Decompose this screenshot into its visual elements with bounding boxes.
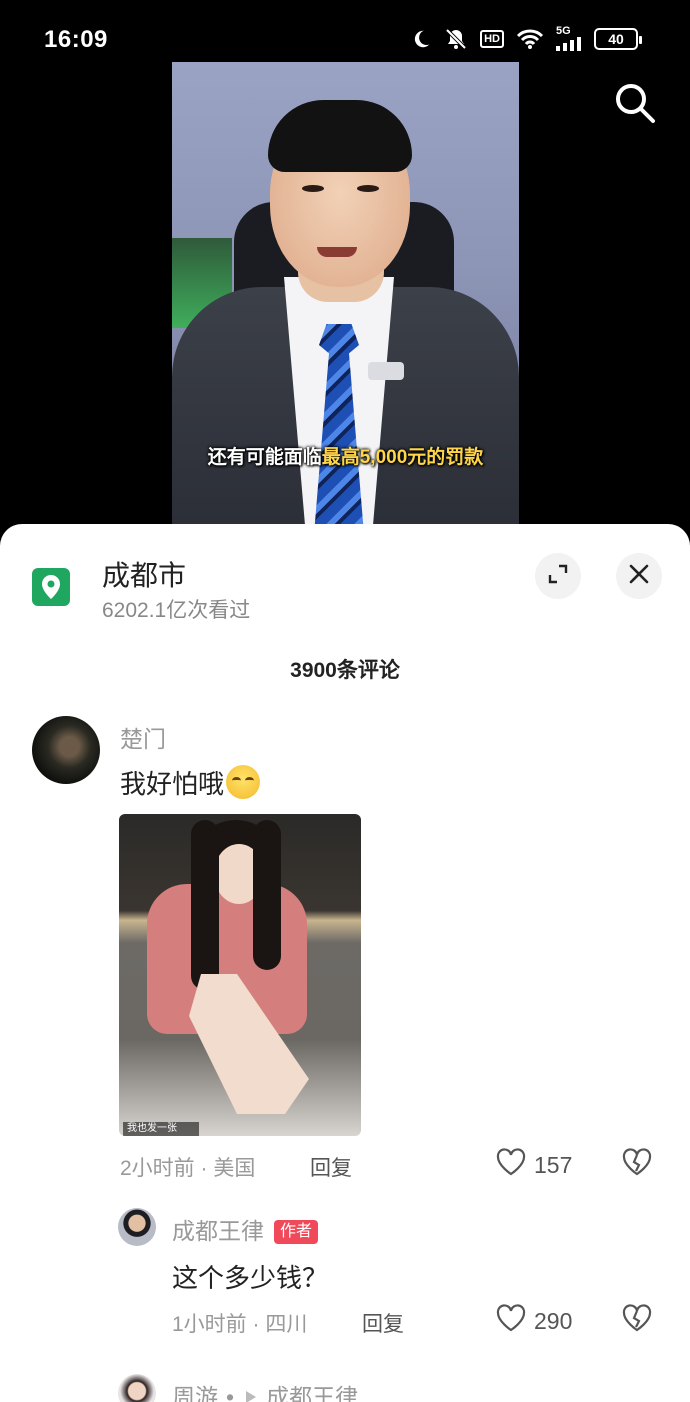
video-frame[interactable]: 还有可能面临最高5,000元的罚款 bbox=[172, 62, 519, 532]
image-caption: 我也发一张 bbox=[123, 1122, 199, 1136]
search-button[interactable] bbox=[612, 82, 658, 128]
moon-icon bbox=[410, 28, 432, 50]
subtitle-post: 款 bbox=[464, 447, 484, 468]
status-icons: HD 5G 40 bbox=[410, 26, 642, 51]
heart-icon bbox=[496, 1148, 526, 1182]
reply-username[interactable]: 成都王律 作者 bbox=[172, 1212, 319, 1246]
author-badge: 作者 bbox=[274, 1220, 319, 1244]
network-label: 5G bbox=[556, 25, 571, 37]
broken-heart-icon bbox=[622, 1148, 652, 1180]
comment-text: 我好怕哦 bbox=[120, 764, 261, 801]
comment-image[interactable]: 我也发一张 bbox=[119, 814, 361, 1136]
reply-meta: 1小时前 · 四川 bbox=[172, 1313, 308, 1336]
reply-button[interactable]: 回复 bbox=[362, 1308, 404, 1338]
reply-target-username[interactable]: 成都王律 bbox=[266, 1384, 358, 1402]
video-player[interactable]: 还有可能面临最高5,000元的罚款 bbox=[0, 62, 690, 532]
video-mic bbox=[368, 362, 404, 380]
reply-username-text[interactable]: 周游 bbox=[172, 1384, 218, 1402]
close-icon bbox=[628, 563, 650, 590]
broken-heart-icon bbox=[622, 1304, 652, 1336]
reply-button[interactable]: 回复 bbox=[310, 1152, 352, 1182]
reply-text: 这个多少钱？ bbox=[172, 1263, 329, 1293]
search-icon bbox=[613, 81, 657, 130]
bell-off-icon bbox=[444, 27, 468, 51]
like-button[interactable]: 290 bbox=[496, 1304, 572, 1338]
video-hair bbox=[268, 100, 412, 172]
dislike-button[interactable] bbox=[622, 1304, 652, 1337]
like-count: 290 bbox=[534, 1307, 573, 1334]
hd-badge: HD bbox=[480, 29, 504, 48]
wifi-icon bbox=[516, 28, 544, 50]
avatar[interactable] bbox=[32, 716, 100, 784]
image-hair-left bbox=[191, 820, 219, 990]
location-pin-icon[interactable] bbox=[32, 568, 70, 606]
video-eye-right bbox=[357, 185, 379, 192]
location-title[interactable]: 成都市 bbox=[102, 554, 186, 594]
heart-icon bbox=[496, 1304, 526, 1338]
close-button[interactable] bbox=[616, 553, 662, 599]
separator-dot: • bbox=[226, 1384, 235, 1402]
reply-username[interactable]: 周游 • 成都王律 bbox=[172, 1378, 358, 1402]
comment-count: 3900条评论 bbox=[290, 659, 400, 682]
battery-icon: 40 bbox=[594, 27, 642, 50]
comment-meta: 2小时前 · 美国 bbox=[120, 1157, 256, 1180]
status-bar: 16:09 HD 5G 40 bbox=[0, 0, 690, 62]
image-hair-right bbox=[253, 820, 281, 970]
like-count: 157 bbox=[534, 1151, 573, 1178]
location-view-count: 6202.1亿次看过 bbox=[102, 599, 251, 622]
battery-level: 40 bbox=[608, 30, 624, 47]
like-button[interactable]: 157 bbox=[496, 1148, 572, 1182]
expand-icon bbox=[547, 563, 569, 590]
reply-arrow-icon bbox=[246, 1391, 257, 1402]
dislike-button[interactable] bbox=[622, 1148, 652, 1181]
smirk-emoji-icon bbox=[226, 765, 261, 799]
avatar[interactable] bbox=[118, 1208, 156, 1246]
video-eye-left bbox=[302, 185, 324, 192]
comment-text-content: 我好怕哦 bbox=[120, 769, 225, 799]
subtitle-pre: 还有可能面临 bbox=[207, 447, 322, 468]
subtitle-highlight: 最高5,000元的罚 bbox=[321, 447, 465, 468]
expand-button[interactable] bbox=[535, 553, 581, 599]
video-mouth bbox=[317, 247, 357, 257]
signal-icon: 5G bbox=[556, 26, 582, 51]
video-subtitle: 还有可能面临最高5,000元的罚款 bbox=[172, 446, 519, 470]
status-time: 16:09 bbox=[44, 26, 108, 53]
reply-username-text[interactable]: 成都王律 bbox=[172, 1218, 264, 1244]
avatar[interactable] bbox=[118, 1374, 156, 1402]
comment-sheet: 成都市 6202.1亿次看过 3900条评论 楚门 我好怕哦 我也发一张 2小时… bbox=[0, 524, 690, 1402]
comment-username[interactable]: 楚门 bbox=[120, 720, 166, 754]
